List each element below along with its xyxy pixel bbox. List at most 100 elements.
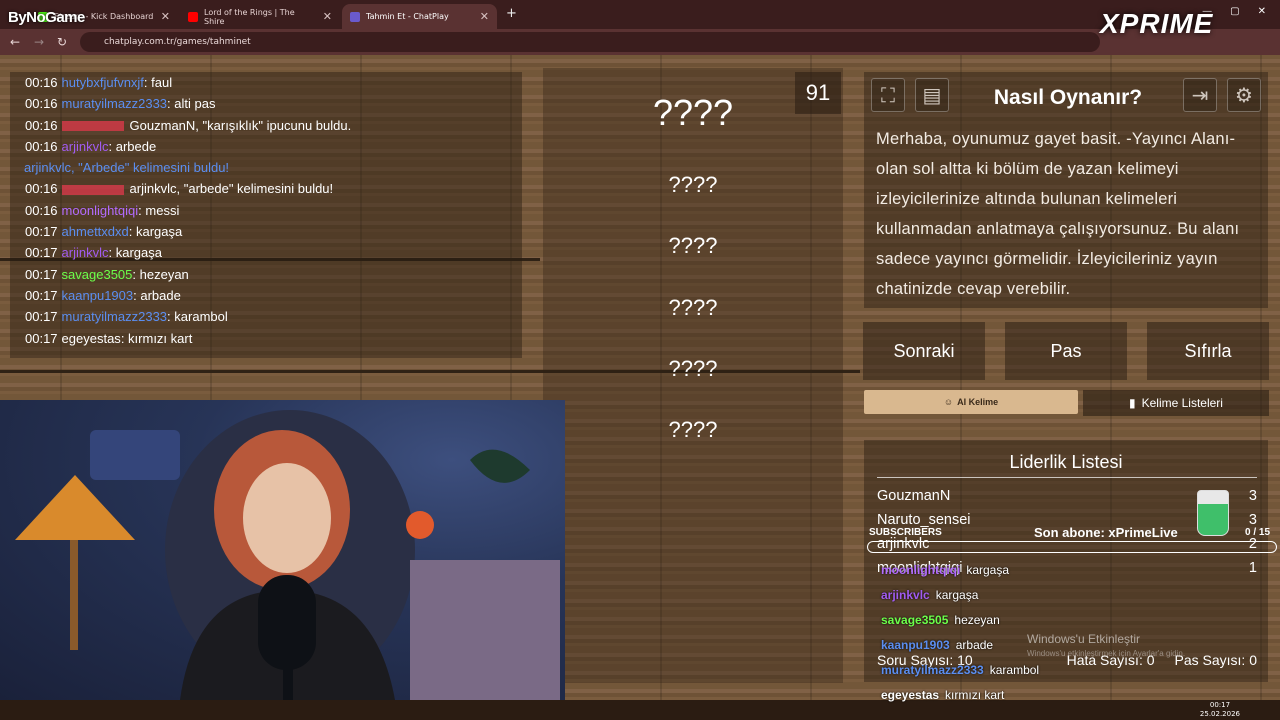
fullscreen-icon[interactable]: ⛶ bbox=[871, 78, 905, 112]
chat-text: GouzmanN, "karışıklık" ipucunu buldu. bbox=[129, 117, 352, 133]
player-score: 3 bbox=[1248, 512, 1257, 528]
robot-icon: ☺ bbox=[943, 397, 954, 407]
chat-text: arbede bbox=[115, 138, 157, 154]
chat-username[interactable]: savage3505 bbox=[62, 267, 133, 282]
overlay-chat-username: savage3505 bbox=[881, 613, 949, 627]
subscriber-progress-bar bbox=[867, 541, 1277, 553]
overlay-chat-message: muratyilmazz2333 karambol bbox=[881, 663, 1039, 677]
word-lists-label: Kelime Listeleri bbox=[1141, 396, 1223, 410]
back-icon[interactable]: ← bbox=[10, 35, 20, 49]
overlay-chat-message: egeyestas kırmızı kart bbox=[881, 688, 1004, 702]
overlay-chat-username: egeyestas bbox=[881, 688, 940, 702]
bot-username bbox=[61, 185, 124, 196]
url-text: chatplay.com.tr/games/tahminet bbox=[104, 37, 251, 47]
tab-youtube[interactable]: Lord of the Rings | The Shire ✕ bbox=[180, 4, 340, 29]
new-tab-button[interactable]: + bbox=[506, 6, 517, 21]
windows-activation-subtitle: Windows'u etkinleştirmek için Ayarlar'a … bbox=[1027, 649, 1186, 658]
bynogame-logo: ByNoGame bbox=[8, 9, 85, 26]
chat-text: karambol bbox=[174, 309, 228, 325]
overlay-chat-username: arjinkvlc bbox=[881, 588, 930, 602]
subscriber-count: 0 / 15 bbox=[1245, 527, 1271, 538]
chat-username[interactable]: kaanpu1903 bbox=[62, 288, 134, 303]
chat-username[interactable]: muratyilmazz2333 bbox=[62, 96, 168, 111]
chat-username[interactable]: muratyilmazz2333 bbox=[62, 309, 168, 324]
tab-title: Tahmin Et - ChatPlay bbox=[366, 12, 449, 21]
chat-message: 00:16 arjinkvlc, "arbede" kelimesini buld… bbox=[25, 178, 507, 199]
ai-word-button[interactable]: ☺ AI Kelime bbox=[864, 390, 1078, 414]
chat-text: kargaşa bbox=[115, 245, 162, 261]
overlay-chat-username: kaanpu1903 bbox=[881, 638, 950, 652]
chat-timestamp: 00:17 bbox=[25, 224, 58, 240]
how-to-play-title: Nasıl Oynanır? bbox=[993, 86, 1143, 109]
chat-message: 00:16 muratyilmazz2333: alti pas bbox=[25, 96, 216, 112]
taskbar-clock: 00:17 25.02.2026 bbox=[1200, 701, 1240, 719]
taskbar bbox=[0, 700, 1280, 720]
chat-message: 00:17 kaanpu1903: arbade bbox=[25, 287, 181, 303]
player-score: 3 bbox=[1248, 488, 1257, 504]
divider bbox=[877, 477, 1257, 478]
main-word: ???? bbox=[652, 92, 734, 133]
system-message: arjinkvlc, "Arbede" kelimesini buldu! bbox=[24, 160, 230, 176]
address-bar[interactable]: chatplay.com.tr/games/tahminet bbox=[80, 32, 1100, 52]
chat-message: 00:16 arjinkvlc: arbede bbox=[25, 138, 157, 154]
last-subscriber: Son abone: xPrimeLive bbox=[1034, 525, 1178, 540]
chat-username[interactable]: arjinkvlc bbox=[62, 245, 109, 260]
chat-message: 00:17 ahmettxdxd: kargaşa bbox=[25, 224, 183, 240]
word-lists-button[interactable]: ▮ Kelime Listeleri bbox=[1083, 390, 1269, 416]
chat-text: arbade bbox=[140, 287, 181, 303]
forward-icon[interactable]: → bbox=[34, 35, 44, 49]
overlay-chat-text: karambol bbox=[989, 663, 1040, 677]
chat-username[interactable]: hutybxfjufvnxjf bbox=[62, 75, 144, 90]
how-to-play-text: Merhaba, oyunumuz gayet basit. -Yayıncı … bbox=[876, 130, 1240, 298]
chat-timestamp: 00:16 bbox=[25, 96, 58, 112]
pass-button[interactable]: Pas bbox=[1005, 322, 1127, 380]
tab-chatplay[interactable]: Tahmin Et - ChatPlay ✕ bbox=[342, 4, 497, 29]
close-icon[interactable]: ✕ bbox=[323, 10, 332, 23]
taboo-word: ???? bbox=[668, 172, 718, 197]
overlay-chat-message: arjinkvlc kargaşa bbox=[881, 588, 978, 602]
chat-message: 00:17 arjinkvlc: kargaşa bbox=[25, 245, 162, 261]
clock-date: 25.02.2026 bbox=[1199, 710, 1240, 718]
chat-timestamp: 00:17 bbox=[25, 266, 58, 282]
chat-message: 00:16 hutybxfjufvnxjf: faul bbox=[25, 75, 173, 90]
chat-timestamp: 00:16 bbox=[25, 138, 58, 154]
webcam-image bbox=[15, 410, 560, 700]
close-window-icon[interactable]: ✕ bbox=[1258, 6, 1266, 17]
exit-icon[interactable]: ⇥ bbox=[1183, 78, 1217, 112]
chat-text: hezeyan bbox=[139, 266, 189, 282]
chat-username[interactable]: egeyestas bbox=[62, 331, 121, 346]
youtube-icon bbox=[188, 11, 198, 22]
chat-message: 00:17 egeyestas: kırmızı kart bbox=[25, 330, 193, 346]
chat-username[interactable]: moonlightqiqi bbox=[62, 203, 139, 218]
subscriber-jar bbox=[1197, 490, 1229, 536]
notes-icon[interactable]: ▤ bbox=[915, 78, 949, 112]
subscribers-label: SUBSCRIBERS bbox=[869, 527, 942, 538]
overlay-chat-text: kargaşa bbox=[935, 588, 979, 602]
reload-icon[interactable]: ↻ bbox=[57, 35, 67, 49]
ai-word-label: AI Kelime bbox=[957, 397, 999, 407]
gear-icon[interactable]: ⚙ bbox=[1227, 78, 1261, 112]
chat-message: 00:16 GouzmanN, "karışıklık" ipucunu buld… bbox=[25, 115, 507, 136]
chat-message: 00:16 moonlightqiqi: messi bbox=[25, 202, 180, 218]
reset-button[interactable]: Sıfırla bbox=[1147, 322, 1269, 380]
clock-time: 00:17 bbox=[1209, 701, 1231, 709]
chat-timestamp: 00:16 bbox=[25, 75, 58, 90]
chat-text: faul bbox=[151, 75, 173, 90]
close-icon[interactable]: ✕ bbox=[161, 10, 170, 23]
overlay-chat-text: arbade bbox=[955, 638, 994, 652]
close-icon[interactable]: ✕ bbox=[480, 10, 489, 23]
tab-title: Lord of the Rings | The Shire bbox=[204, 7, 295, 26]
chat-timestamp: 00:17 bbox=[25, 330, 58, 346]
next-button[interactable]: Sonraki bbox=[863, 322, 985, 380]
chat-text: messi bbox=[145, 202, 180, 218]
windows-activation-title: Windows'u Etkinleştir bbox=[1027, 632, 1140, 646]
maximize-icon[interactable]: ▢ bbox=[1230, 6, 1239, 17]
webcam-feed bbox=[0, 400, 565, 700]
chat-username[interactable]: arjinkvlc bbox=[62, 139, 109, 154]
chat-text: kargaşa bbox=[135, 224, 183, 240]
chat-text: arjinkvlc, "arbede" kelimesini buldu! bbox=[129, 181, 334, 197]
player-name: GouzmanN bbox=[877, 488, 951, 504]
chat-timestamp: 00:16 bbox=[25, 181, 58, 197]
chat-username[interactable]: ahmettxdxd bbox=[62, 224, 129, 239]
chat-timestamp: 00:17 bbox=[25, 245, 58, 261]
